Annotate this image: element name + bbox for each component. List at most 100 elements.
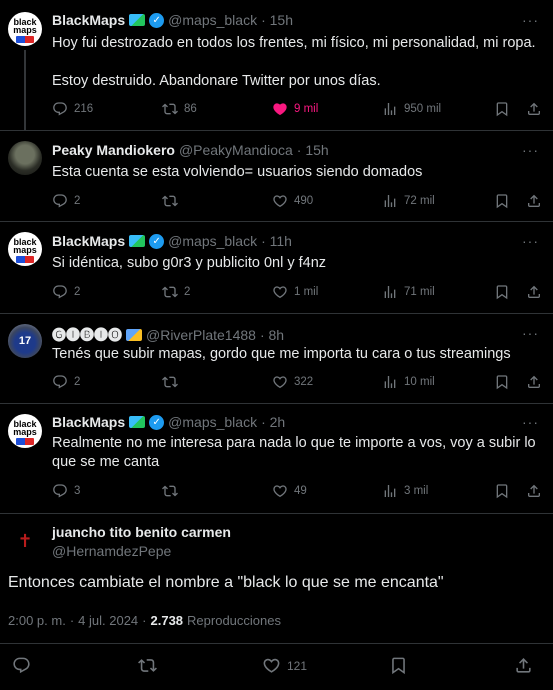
bookmark-button[interactable] [494, 193, 510, 212]
timestamp[interactable]: · 15h [261, 12, 293, 28]
timestamp[interactable]: · 8h [260, 327, 284, 343]
user-handle[interactable]: @maps_black [168, 233, 257, 249]
avatar[interactable] [8, 141, 42, 175]
display-name[interactable]: juancho tito benito carmen [52, 524, 231, 540]
retweet-button[interactable] [162, 193, 184, 209]
display-name[interactable]: Peaky Mandiokero [52, 142, 175, 158]
avatar-logo-text: maps [13, 427, 37, 437]
reply-icon [12, 656, 31, 675]
share-button[interactable] [526, 193, 542, 212]
more-icon[interactable]: ··· [522, 12, 539, 28]
views-icon [382, 284, 398, 300]
timestamp[interactable]: · 15h [297, 142, 329, 158]
tweet-meta: 2:00 p. m. · 4 jul. 2024 · 2.738 Reprodu… [8, 613, 281, 628]
reply-icon [52, 101, 68, 117]
reply-button[interactable]: 216 [52, 101, 93, 117]
bookmark-icon [494, 483, 510, 499]
bookmark-button[interactable] [494, 284, 510, 303]
user-handle[interactable]: @maps_black [168, 414, 257, 430]
bookmark-button[interactable] [494, 101, 510, 120]
share-icon [526, 193, 542, 209]
reply-button[interactable] [12, 656, 31, 675]
share-button[interactable] [526, 374, 542, 393]
share-button[interactable] [514, 656, 533, 675]
like-icon [272, 374, 288, 390]
reply-button[interactable]: 2 [52, 193, 80, 209]
share-button[interactable] [526, 101, 542, 120]
retweet-button[interactable] [162, 374, 184, 390]
like-button[interactable]: 121 [262, 656, 307, 675]
sun-emoji-icon [126, 329, 142, 341]
thread-tweet-4[interactable]: 17 🅖🅘🅑🅘🅞 @RiverPlate1488 · 8h ··· Tenés … [0, 314, 553, 404]
bookmark-button[interactable] [494, 374, 510, 393]
divider [0, 643, 553, 644]
views-button[interactable]: 10 mil [382, 374, 435, 390]
more-icon[interactable]: ··· [522, 414, 539, 430]
verified-icon: ✓ [149, 414, 165, 430]
display-name[interactable]: 🅖🅘🅑🅘🅞 [52, 325, 122, 345]
share-button[interactable] [526, 284, 542, 303]
views-button[interactable]: 950 mil [382, 101, 441, 117]
retweet-button[interactable] [162, 483, 184, 499]
user-handle[interactable]: @RiverPlate1488 [146, 327, 256, 343]
like-icon [272, 101, 288, 117]
timestamp[interactable]: · 11h [261, 233, 292, 249]
user-handle[interactable]: @HernamdezPepe [52, 543, 171, 559]
thread-tweet-3[interactable]: black maps BlackMaps ✓ @maps_black · 11h… [0, 222, 553, 314]
like-button[interactable]: 49 [272, 483, 307, 499]
reply-icon [52, 193, 68, 209]
retweet-button[interactable]: 86 [162, 101, 197, 117]
share-icon [514, 656, 533, 675]
views-button[interactable]: 3 mil [382, 483, 428, 499]
more-icon[interactable]: ··· [522, 325, 539, 341]
bookmark-button[interactable] [389, 656, 408, 675]
tweet-text: Esta cuenta se esta volviendo= usuarios … [52, 164, 423, 180]
reply-button[interactable]: 2 [52, 284, 80, 300]
meta-separator: · [69, 613, 75, 628]
flag-icon [16, 36, 34, 43]
display-name[interactable]: BlackMaps [52, 233, 125, 249]
user-handle[interactable]: @PeakyMandioca [179, 142, 293, 158]
timestamp[interactable]: · 2h [261, 414, 285, 430]
avatar[interactable]: black maps [8, 232, 42, 266]
views-label: Reproducciones [187, 613, 281, 628]
reply-icon [52, 284, 68, 300]
tweet-date[interactable]: 4 jul. 2024 [78, 613, 138, 628]
reply-button[interactable]: 3 [52, 483, 80, 499]
map-emoji-icon [129, 235, 146, 247]
reply-icon [52, 483, 68, 499]
views-button[interactable]: 71 mil [382, 284, 435, 300]
retweet-icon [162, 101, 178, 117]
more-icon[interactable]: ··· [522, 233, 539, 249]
thread-tweet-2[interactable]: Peaky Mandiokero @PeakyMandioca · 15h ··… [0, 130, 553, 222]
avatar[interactable]: 17 [8, 324, 42, 358]
like-button[interactable]: 9 mil [272, 101, 318, 117]
views-icon [382, 483, 398, 499]
thread-tweet-1[interactable]: black maps BlackMaps ✓ @maps_black · 15h… [0, 0, 553, 130]
share-button[interactable] [526, 483, 542, 502]
reply-button[interactable]: 2 [52, 374, 80, 390]
display-name[interactable]: BlackMaps [52, 12, 125, 28]
avatar[interactable]: black maps [8, 12, 42, 46]
thread-tweet-5[interactable]: black maps BlackMaps ✓ @maps_black · 2h … [0, 404, 553, 514]
bookmark-icon [389, 656, 408, 675]
like-button[interactable]: 1 mil [272, 284, 318, 300]
tweet-time[interactable]: 2:00 p. m. [8, 613, 66, 628]
avatar[interactable]: ✝ [8, 524, 42, 558]
avatar[interactable]: black maps [8, 414, 42, 448]
retweet-button[interactable]: 2 [162, 284, 190, 300]
bookmark-icon [494, 193, 510, 209]
like-button[interactable]: 490 [272, 193, 313, 209]
map-emoji-icon [129, 416, 146, 428]
tweet-text: Tenés que subir mapas, gordo que me impo… [52, 346, 511, 362]
bookmark-icon [494, 374, 510, 390]
share-icon [526, 284, 542, 300]
like-icon [272, 284, 288, 300]
like-button[interactable]: 322 [272, 374, 313, 390]
views-button[interactable]: 72 mil [382, 193, 435, 209]
more-icon[interactable]: ··· [522, 142, 539, 158]
display-name[interactable]: BlackMaps [52, 414, 125, 430]
retweet-button[interactable] [138, 656, 157, 675]
bookmark-button[interactable] [494, 483, 510, 502]
user-handle[interactable]: @maps_black [168, 12, 257, 28]
